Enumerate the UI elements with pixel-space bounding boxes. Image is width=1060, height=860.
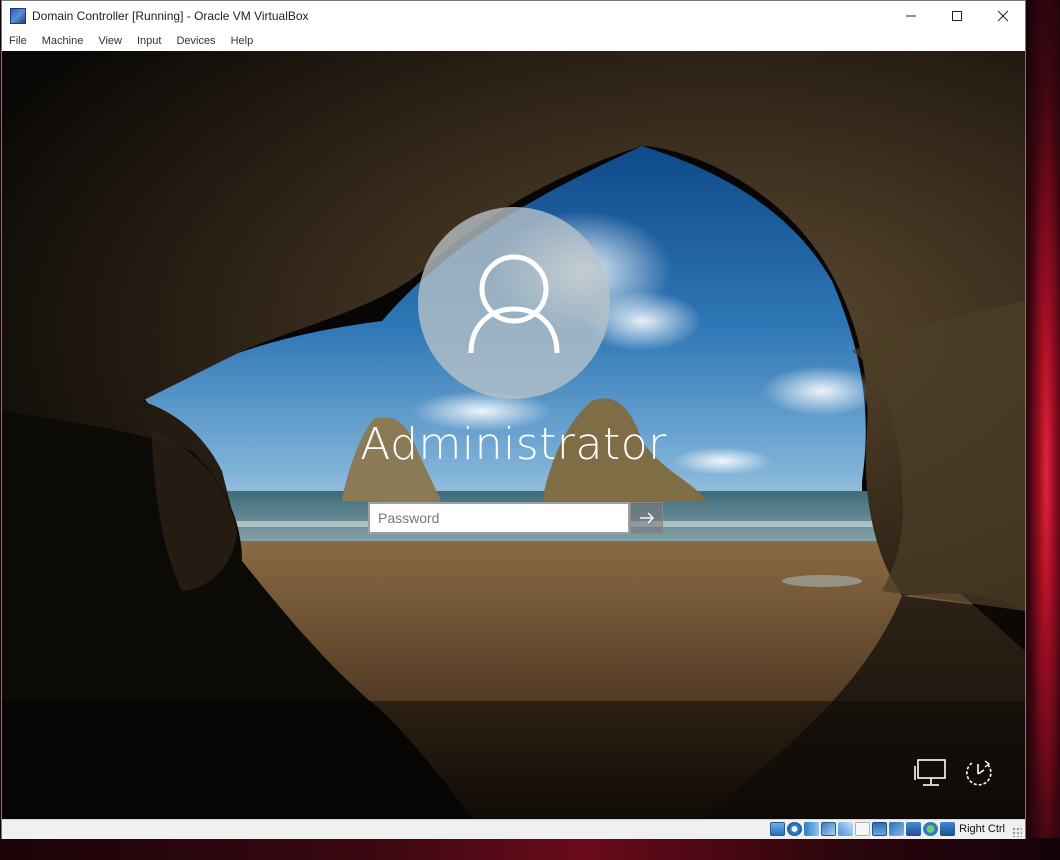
network-button[interactable]: [913, 755, 949, 791]
submit-button[interactable]: [630, 502, 663, 534]
display-icon[interactable]: [872, 822, 887, 836]
minimize-icon: [906, 15, 916, 17]
user-name: Administrator: [360, 419, 667, 470]
status-icons: [770, 822, 955, 836]
user-icon: [468, 254, 560, 354]
network-status-icon[interactable]: [821, 822, 836, 836]
arrow-right-icon: [639, 512, 654, 524]
cpu-icon[interactable]: [906, 822, 921, 836]
network-icon: [914, 759, 946, 786]
host-desktop-wallpaper-bottom: [0, 838, 1060, 860]
password-input[interactable]: [370, 504, 628, 532]
menu-input[interactable]: Input: [137, 35, 161, 47]
menu-file[interactable]: File: [9, 35, 27, 47]
guest-additions-icon[interactable]: [923, 822, 938, 836]
mouse-integration-icon[interactable]: [940, 822, 955, 836]
resize-grip[interactable]: [1012, 827, 1022, 837]
optical-drive-icon[interactable]: [787, 822, 802, 836]
menu-help[interactable]: Help: [231, 35, 254, 47]
close-icon: [997, 10, 1009, 22]
user-avatar: [418, 207, 610, 399]
menu-view[interactable]: View: [98, 35, 122, 47]
power-icon: [966, 760, 992, 786]
menu-bar: File Machine View Input Devices Help: [2, 31, 1025, 51]
virtualbox-icon: [10, 8, 26, 24]
host-key-label: Right Ctrl: [959, 823, 1005, 835]
maximize-icon: [952, 11, 962, 21]
menu-devices[interactable]: Devices: [176, 35, 215, 47]
minimize-button[interactable]: [888, 1, 934, 31]
guest-display[interactable]: Administrator: [2, 51, 1025, 819]
audio-icon[interactable]: [804, 822, 819, 836]
window-title: Domain Controller [Running] - Oracle VM …: [32, 9, 309, 23]
usb-icon[interactable]: [838, 822, 853, 836]
close-button[interactable]: [980, 1, 1026, 31]
virtualbox-window: Domain Controller [Running] - Oracle VM …: [1, 0, 1026, 839]
status-bar: Right Ctrl: [2, 819, 1025, 839]
title-bar[interactable]: Domain Controller [Running] - Oracle VM …: [2, 1, 1025, 31]
video-capture-icon[interactable]: [889, 822, 904, 836]
hard-disk-icon[interactable]: [770, 822, 785, 836]
host-desktop-wallpaper: [1026, 0, 1060, 860]
maximize-button[interactable]: [934, 1, 980, 31]
password-field-container: [368, 502, 630, 534]
power-button[interactable]: [960, 755, 996, 791]
menu-machine[interactable]: Machine: [42, 35, 84, 47]
shared-folders-icon[interactable]: [855, 822, 870, 836]
